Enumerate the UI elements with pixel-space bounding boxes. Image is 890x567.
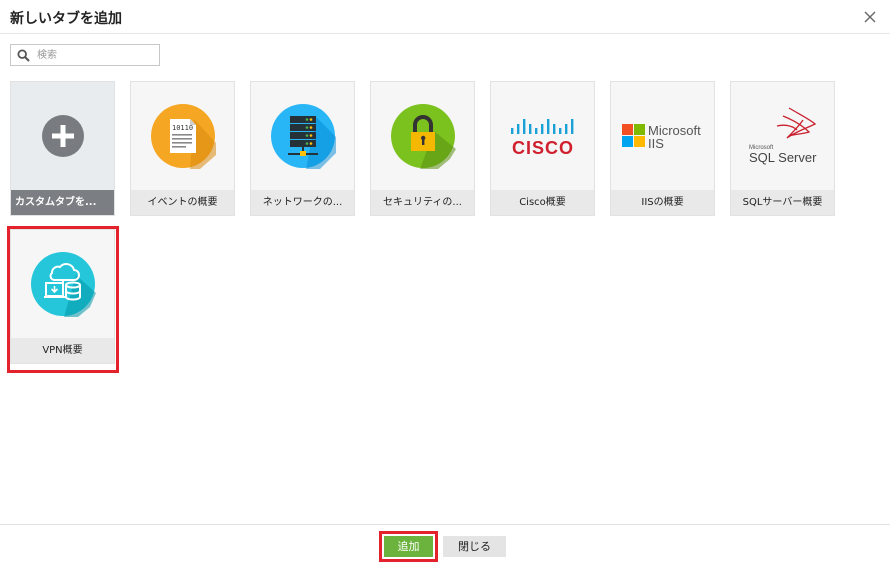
search-box[interactable]	[10, 44, 160, 66]
tile-label: SQLサーバー概要	[731, 190, 834, 215]
search-icon	[17, 49, 30, 62]
plus-icon	[11, 82, 114, 190]
tile-cisco-overview[interactable]: CISCO Cisco概要	[490, 81, 595, 216]
padlock-icon	[371, 82, 474, 190]
cisco-logo-text: CISCO	[511, 138, 573, 158]
tile-label: IISの概要	[611, 190, 714, 215]
tile-custom-tab[interactable]: カスタムタブを...	[10, 81, 115, 216]
event-log-digits: 10110	[172, 124, 193, 132]
tile-label: イベントの概要	[131, 190, 234, 215]
tile-network-overview[interactable]: ネットワークの...	[250, 81, 355, 216]
close-icon[interactable]	[862, 9, 878, 25]
cisco-logo: CISCO	[491, 82, 594, 190]
sql-logo-line2: SQL Server	[749, 150, 817, 165]
add-button[interactable]: 追加	[384, 536, 433, 557]
tile-vpn-overview[interactable]: VPN概要	[10, 229, 115, 364]
tile-label: VPN概要	[11, 338, 114, 363]
vpn-cloud-icon	[11, 230, 114, 338]
tile-label: カスタムタブを...	[11, 190, 114, 215]
tile-event-overview[interactable]: 10110 イベントの概要	[130, 81, 235, 216]
iis-logo-line2: IIS	[648, 136, 664, 151]
dialog-footer: 追加 閉じる	[0, 524, 890, 567]
dialog-header: 新しいタブを追加	[0, 0, 890, 34]
tile-label: Cisco概要	[491, 190, 594, 215]
dialog-title: 新しいタブを追加	[10, 11, 122, 27]
tile-sql-server-overview[interactable]: Microsoft SQL Server SQLサーバー概要	[730, 81, 835, 216]
tile-iis-overview[interactable]: Microsoft IIS IISの概要	[610, 81, 715, 216]
microsoft-iis-logo: Microsoft IIS	[611, 82, 714, 190]
sql-server-logo: Microsoft SQL Server	[731, 82, 834, 190]
tile-label: ネットワークの...	[251, 190, 354, 215]
search-input[interactable]	[37, 47, 155, 63]
server-network-icon	[251, 82, 354, 190]
tile-label: セキュリティの...	[371, 190, 474, 215]
tile-security-overview[interactable]: セキュリティの...	[370, 81, 475, 216]
close-button[interactable]: 閉じる	[443, 536, 506, 557]
event-log-icon: 10110	[131, 82, 234, 190]
